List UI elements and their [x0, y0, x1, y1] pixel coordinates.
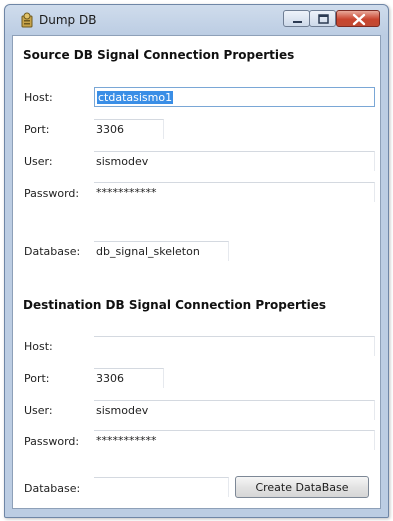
maximize-icon [318, 14, 329, 24]
destination-user-label: User: [24, 404, 53, 417]
source-host-field[interactable]: ctdatasismo1 [94, 87, 375, 107]
destination-database-field[interactable] [94, 477, 229, 497]
source-port-label: Port: [24, 123, 50, 136]
destination-port-label: Port: [24, 372, 50, 385]
title-bar[interactable]: Dump DB [5, 5, 388, 35]
form-panel: Source DB Signal Connection Properties H… [12, 35, 381, 509]
destination-host-field[interactable] [94, 336, 375, 356]
dump-db-window: Dump DB Source DB Signal Connection Prop… [4, 4, 389, 518]
close-button[interactable] [336, 10, 380, 27]
minimize-icon [293, 21, 302, 23]
window-title: Dump DB [39, 13, 97, 27]
destination-user-field[interactable]: sismodev [94, 400, 375, 420]
minimize-button[interactable] [283, 10, 310, 27]
source-host-label: Host: [24, 91, 53, 104]
destination-password-field[interactable]: *********** [94, 430, 375, 450]
source-host-value: ctdatasismo1 [97, 91, 174, 104]
app-icon [19, 12, 35, 28]
destination-section-heading: Destination DB Signal Connection Propert… [23, 298, 327, 312]
source-user-field[interactable]: sismodev [94, 151, 375, 171]
source-port-field[interactable]: 3306 [94, 119, 164, 139]
source-section-heading: Source DB Signal Connection Properties [23, 48, 295, 62]
destination-port-field[interactable]: 3306 [94, 368, 164, 388]
maximize-button[interactable] [309, 10, 336, 27]
source-password-field[interactable]: *********** [94, 182, 375, 202]
close-icon [352, 13, 366, 26]
source-user-label: User: [24, 155, 53, 168]
source-password-label: Password: [24, 187, 80, 200]
source-database-field[interactable]: db_signal_skeleton [94, 241, 229, 261]
create-database-button[interactable]: Create DataBase [235, 476, 369, 498]
source-database-label: Database: [24, 245, 81, 258]
destination-password-label: Password: [24, 435, 80, 448]
destination-database-label: Database: [24, 482, 81, 495]
destination-host-label: Host: [24, 340, 53, 353]
